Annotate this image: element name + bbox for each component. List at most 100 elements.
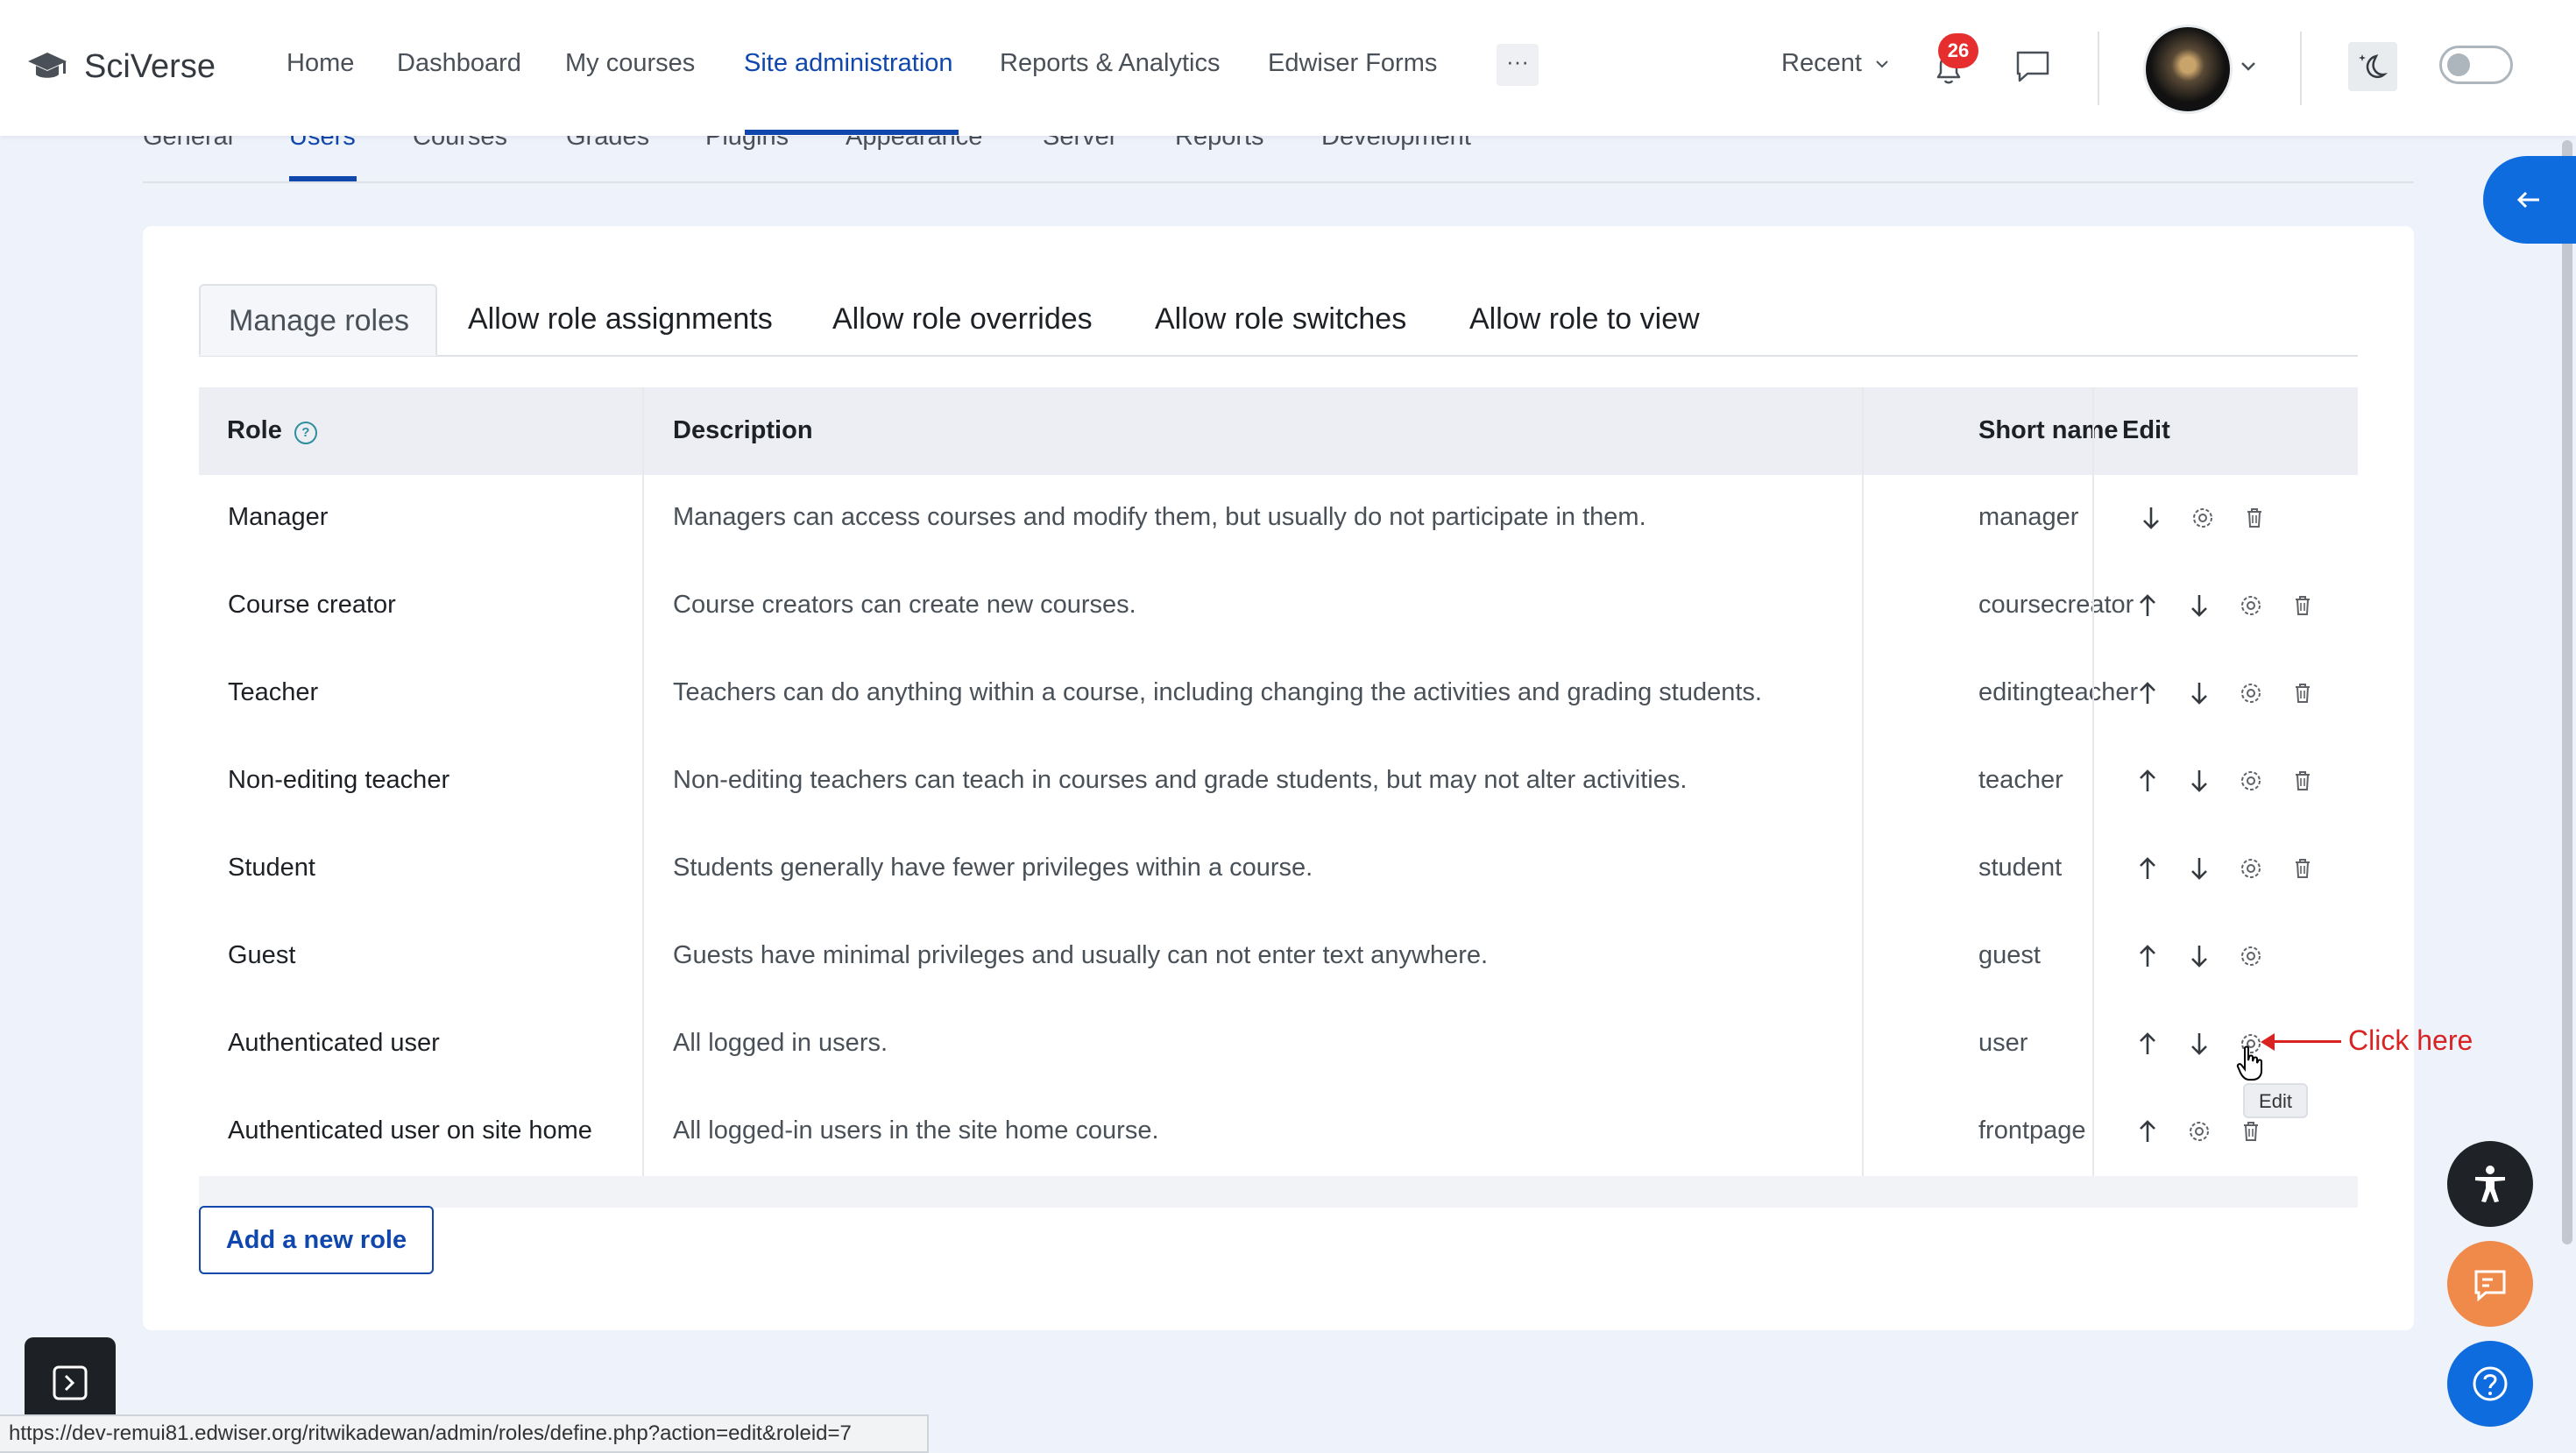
admin-tabs-divider — [143, 181, 2414, 183]
dark-mode-button[interactable] — [2348, 42, 2397, 91]
gear-icon — [2241, 596, 2261, 615]
arrow-down-icon — [2191, 595, 2207, 617]
move-up-button[interactable] — [2132, 940, 2163, 972]
navbar-divider — [2300, 32, 2302, 105]
arrow-down-icon — [2143, 507, 2159, 529]
trash-icon — [2244, 1122, 2258, 1141]
avatar[interactable] — [2143, 25, 2233, 114]
tab-allow-role-assignments[interactable]: Allow role assignments — [468, 302, 773, 337]
move-down-button[interactable] — [2183, 940, 2215, 972]
tab-allow-role-to-view[interactable]: Allow role to view — [1469, 302, 1700, 337]
trash-icon — [2296, 771, 2310, 790]
header-edit: Edit — [2122, 416, 2170, 444]
move-down-button[interactable] — [2183, 590, 2215, 621]
help-button[interactable] — [2447, 1341, 2533, 1427]
cell-role: Guest — [228, 941, 296, 969]
delete-role-button[interactable] — [2287, 765, 2318, 797]
move-up-button[interactable] — [2132, 853, 2163, 884]
edit-role-button[interactable] — [2235, 677, 2267, 709]
more-menu-button[interactable]: ··· — [1497, 44, 1539, 86]
cell-role: Teacher — [228, 678, 319, 706]
nav-home[interactable]: Home — [287, 49, 354, 78]
gear-icon — [2190, 1122, 2209, 1141]
status-bar-url: https://dev-remui81.edwiser.org/ritwikad… — [0, 1414, 929, 1453]
edit-role-button[interactable] — [2187, 502, 2219, 534]
tab-allow-role-switches[interactable]: Allow role switches — [1155, 302, 1406, 337]
delete-role-button[interactable] — [2235, 1116, 2267, 1147]
edit-role-button[interactable] — [2235, 590, 2267, 621]
table-row: Non-editing teacher Non-editing teachers … — [199, 738, 2358, 827]
top-navbar: SciVerse Home Dashboard My courses Site … — [0, 0, 2576, 136]
theme-toggle[interactable] — [2439, 46, 2513, 84]
help-icon[interactable]: ? — [294, 422, 317, 444]
delete-role-button[interactable] — [2287, 590, 2318, 621]
move-down-button[interactable] — [2183, 765, 2215, 797]
column-divider — [642, 387, 644, 1176]
column-divider — [2092, 387, 2094, 1176]
cell-description: All logged in users. — [673, 1029, 888, 1057]
header-short-name: Short name — [1978, 416, 2119, 444]
trash-icon — [2247, 508, 2261, 528]
accessibility-icon — [2475, 1166, 2505, 1202]
move-down-button[interactable] — [2135, 502, 2167, 534]
drawer-open-button[interactable] — [25, 1337, 116, 1425]
edit-role-button[interactable] — [2235, 853, 2267, 884]
move-up-button[interactable] — [2132, 1028, 2163, 1060]
edit-role-button[interactable] — [2235, 940, 2267, 972]
graduation-cap-icon — [28, 53, 67, 78]
scrollbar[interactable] — [2562, 140, 2572, 1244]
edit-role-button[interactable] — [2235, 765, 2267, 797]
table-row: Authenticated user on site home All logge… — [199, 1088, 2358, 1178]
move-down-button[interactable] — [2183, 677, 2215, 709]
cell-description: All logged-in users in the site home cou… — [673, 1116, 1159, 1145]
edit-tooltip: Edit — [2243, 1083, 2308, 1118]
gear-icon — [2241, 771, 2261, 790]
table-row: Teacher Teachers can do anything within a… — [199, 650, 2358, 740]
recent-dropdown[interactable]: Recent — [1781, 49, 1890, 78]
delete-role-button[interactable] — [2287, 853, 2318, 884]
arrow-down-icon — [2191, 683, 2207, 705]
cell-role: Authenticated user on site home — [228, 1116, 592, 1145]
annotation-text: Click here — [2348, 1024, 2473, 1056]
accessibility-button[interactable] — [2447, 1141, 2533, 1227]
arrow-down-icon — [2191, 858, 2207, 880]
nav-site-administration[interactable]: Site administration — [744, 49, 953, 78]
arrow-down-icon — [2191, 946, 2207, 967]
add-new-role-button[interactable]: Add a new role — [199, 1206, 434, 1274]
table-row: Manager Managers can access courses and m… — [199, 475, 2358, 564]
drawer-toggle-button[interactable] — [2483, 156, 2576, 244]
gear-icon — [2241, 684, 2261, 703]
cell-role: Student — [228, 854, 315, 882]
header-role-label: Role — [227, 416, 282, 444]
delete-role-button[interactable] — [2287, 677, 2318, 709]
chat-icon[interactable] — [2012, 47, 2054, 86]
trash-icon — [2296, 859, 2310, 878]
move-up-button[interactable] — [2132, 590, 2163, 621]
move-down-button[interactable] — [2183, 853, 2215, 884]
edit-role-button[interactable] — [2183, 1116, 2215, 1147]
nav-edwiser-forms[interactable]: Edwiser Forms — [1268, 49, 1437, 78]
nav-my-courses[interactable]: My courses — [565, 49, 695, 78]
role-tabs-divider — [199, 355, 2358, 357]
tab-allow-role-overrides[interactable]: Allow role overrides — [832, 302, 1093, 337]
feedback-button[interactable] — [2447, 1241, 2533, 1327]
cell-role: Non-editing teacher — [228, 766, 450, 794]
annotation-arrow — [2269, 1040, 2341, 1043]
tab-manage-roles[interactable]: Manage roles — [199, 284, 437, 356]
cell-short-name: manager — [1978, 503, 2079, 531]
move-up-button[interactable] — [2132, 765, 2163, 797]
nav-reports-analytics[interactable]: Reports & Analytics — [1000, 49, 1220, 78]
cell-description: Course creators can create new courses. — [673, 591, 1136, 619]
chevron-down-icon — [1876, 60, 1888, 68]
sidebar-toggle-icon — [53, 1365, 88, 1400]
table-header: Role? Description Short name Edit — [199, 387, 2358, 475]
arrow-up-icon — [2140, 594, 2155, 616]
delete-role-button[interactable] — [2239, 502, 2270, 534]
move-down-button[interactable] — [2183, 1028, 2215, 1060]
move-up-button[interactable] — [2132, 1116, 2163, 1147]
chevron-down-icon[interactable] — [2238, 58, 2259, 75]
nav-dashboard[interactable]: Dashboard — [397, 49, 521, 78]
move-up-button[interactable] — [2132, 677, 2163, 709]
brand-logo[interactable]: SciVerse — [26, 44, 216, 89]
cell-description: Teachers can do anything within a course… — [673, 678, 1762, 706]
